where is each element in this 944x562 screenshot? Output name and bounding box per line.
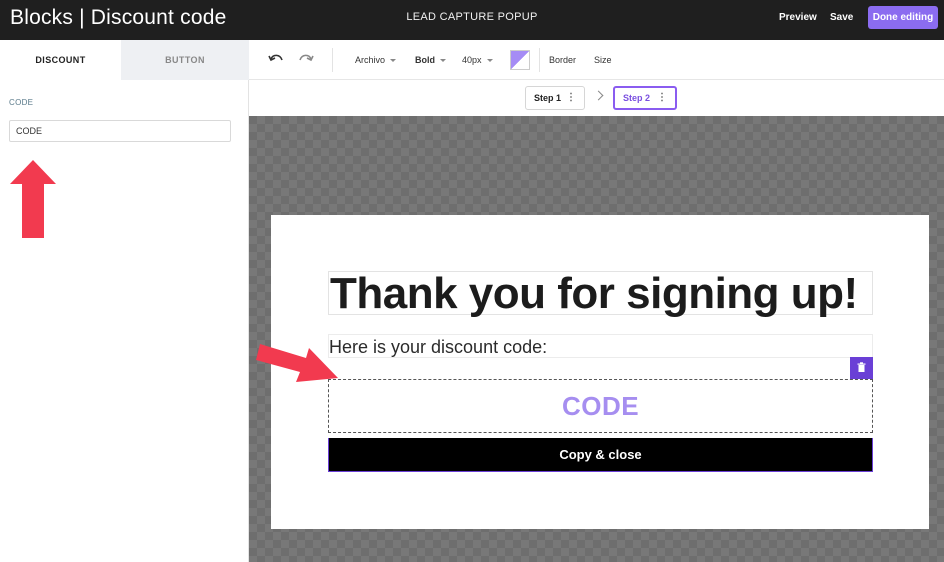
chevron-down-icon	[440, 59, 446, 63]
tab-button[interactable]: BUTTON	[121, 40, 249, 80]
step-2-label: Step 2	[623, 93, 651, 103]
panel-tabs: DISCOUNT BUTTON	[0, 40, 249, 80]
chevron-right-icon	[593, 90, 604, 101]
annotation-arrow-up-icon	[10, 160, 56, 238]
chevron-down-icon	[390, 59, 397, 63]
app-title: Blocks | Discount code	[10, 6, 227, 29]
discount-code-block[interactable]: CODE	[328, 379, 873, 433]
trash-icon[interactable]	[850, 357, 873, 379]
redo-icon[interactable]	[297, 40, 315, 80]
headline-block[interactable]: Thank you for signing up!	[328, 269, 873, 318]
left-settings-panel: DISCOUNT BUTTON CODE	[0, 40, 249, 562]
top-bar: Blocks | Discount code LEAD CAPTURE POPU…	[0, 0, 944, 40]
font-family-value: Archivo	[355, 55, 386, 65]
font-size-select[interactable]: 40px	[462, 40, 493, 80]
more-options-icon[interactable]: ⋮	[566, 87, 576, 109]
step-1-label: Step 1	[534, 93, 562, 103]
undo-icon[interactable]	[267, 40, 285, 80]
step-2-tab[interactable]: Step 2 ⋮	[613, 86, 677, 110]
headline-text: Thank you for signing up!	[330, 269, 858, 318]
code-input[interactable]	[9, 120, 231, 142]
toolbar-divider	[332, 48, 333, 72]
font-weight-select[interactable]: Bold	[415, 40, 446, 80]
border-button[interactable]: Border	[549, 40, 576, 80]
text-color-swatch[interactable]	[510, 50, 530, 70]
format-toolbar: Archivo Bold 40px Border Size	[249, 40, 944, 80]
chevron-down-icon	[486, 59, 493, 63]
font-weight-value: Bold	[415, 55, 435, 65]
popup-preview: Thank you for signing up! Here is your d…	[271, 215, 929, 529]
subtext-block[interactable]: Here is your discount code:	[328, 334, 873, 358]
toolbar-divider	[539, 48, 540, 72]
font-family-select[interactable]: Archivo	[355, 40, 397, 80]
done-editing-button[interactable]: Done editing	[868, 6, 938, 29]
tab-discount[interactable]: DISCOUNT	[0, 40, 121, 80]
annotation-arrow-right-icon	[256, 344, 338, 382]
size-button[interactable]: Size	[594, 40, 612, 80]
copy-close-button[interactable]: Copy & close	[328, 438, 873, 472]
discount-code-text: CODE	[561, 391, 640, 421]
step-navigation: Step 1 ⋮ Step 2 ⋮	[249, 80, 944, 116]
preview-button[interactable]: Preview	[779, 12, 817, 23]
code-field-label: CODE	[9, 98, 34, 107]
more-options-icon[interactable]: ⋮	[657, 88, 667, 108]
editor-canvas: Thank you for signing up! Here is your d…	[249, 116, 944, 562]
step-1-tab[interactable]: Step 1 ⋮	[525, 86, 585, 110]
font-size-value: 40px	[462, 55, 482, 65]
subtext: Here is your discount code:	[329, 337, 548, 357]
save-button[interactable]: Save	[830, 12, 853, 23]
